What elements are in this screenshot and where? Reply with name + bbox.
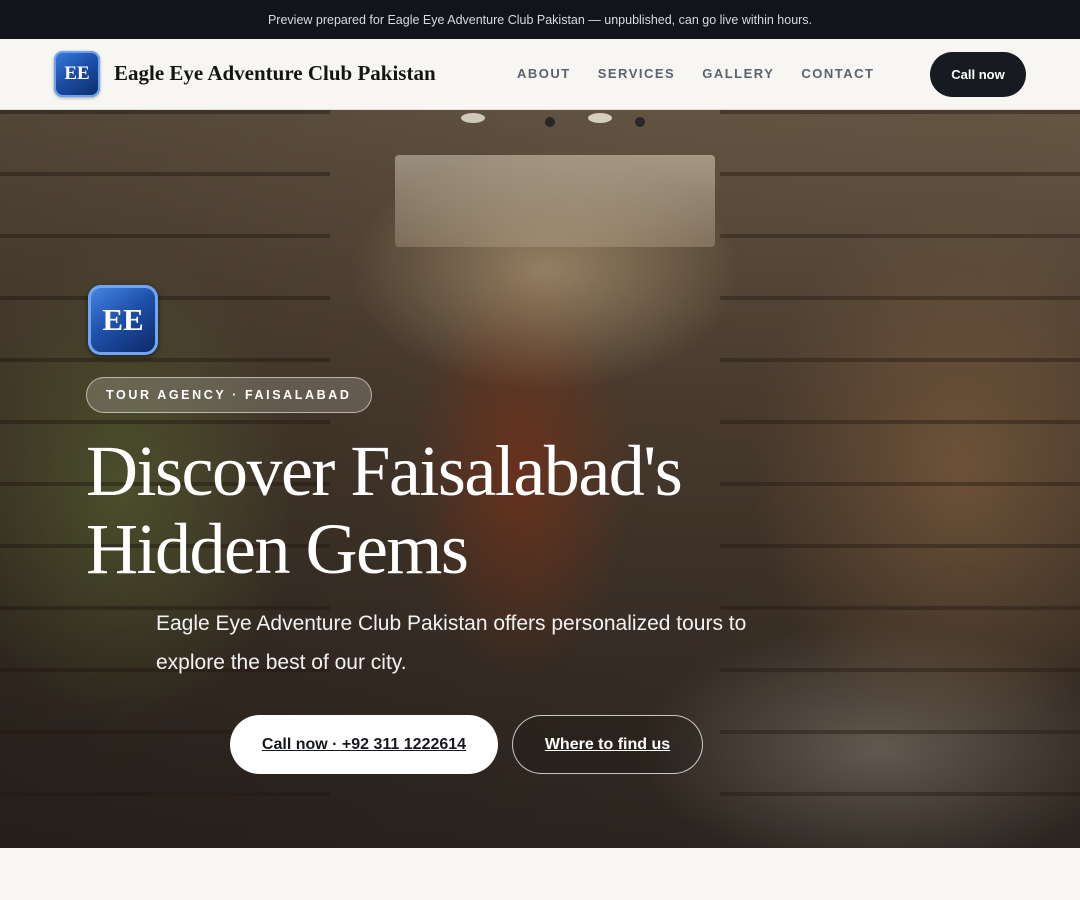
nav-link-services[interactable]: SERVICES <box>598 66 676 81</box>
hero-headline: Discover Faisalabad's Hidden Gems <box>86 431 683 589</box>
preview-banner: Preview prepared for Eagle Eye Adventure… <box>0 0 1080 39</box>
nav-link-gallery[interactable]: GALLERY <box>702 66 774 81</box>
next-section <box>0 848 1080 900</box>
nav-link-about[interactable]: ABOUT <box>517 66 571 81</box>
brand-logo[interactable]: EE <box>54 51 100 97</box>
hero-eyebrow-badge: TOUR AGENCY · FAISALABAD <box>86 377 372 413</box>
brand-logo-text: EE <box>64 63 90 84</box>
hero-logo: EE <box>88 285 158 355</box>
call-now-button[interactable]: Call now <box>930 52 1026 97</box>
preview-banner-text: Preview prepared for Eagle Eye Adventure… <box>267 12 813 27</box>
hero-find-us-button-label: Where to find us <box>544 735 671 753</box>
brand-name[interactable]: Eagle Eye Adventure Club Pakistan <box>114 61 436 86</box>
hero-section: EE TOUR AGENCY · FAISALABAD Discover Fai… <box>0 110 1080 848</box>
hero-call-button-label: Call now · +92 311 1222614 <box>261 735 467 753</box>
main-nav: ABOUT SERVICES GALLERY CONTACT <box>517 66 901 81</box>
hero-logo-text: EE <box>102 302 144 337</box>
nav-link-contact[interactable]: CONTACT <box>801 66 874 81</box>
site-header: EE Eagle Eye Adventure Club Pakistan ABO… <box>0 39 1080 110</box>
hero-call-button[interactable]: Call now · +92 311 1222614 <box>230 715 498 774</box>
hero-subtext: Eagle Eye Adventure Club Pakistan offers… <box>156 612 747 674</box>
hero-find-us-button[interactable]: Where to find us <box>512 715 703 774</box>
